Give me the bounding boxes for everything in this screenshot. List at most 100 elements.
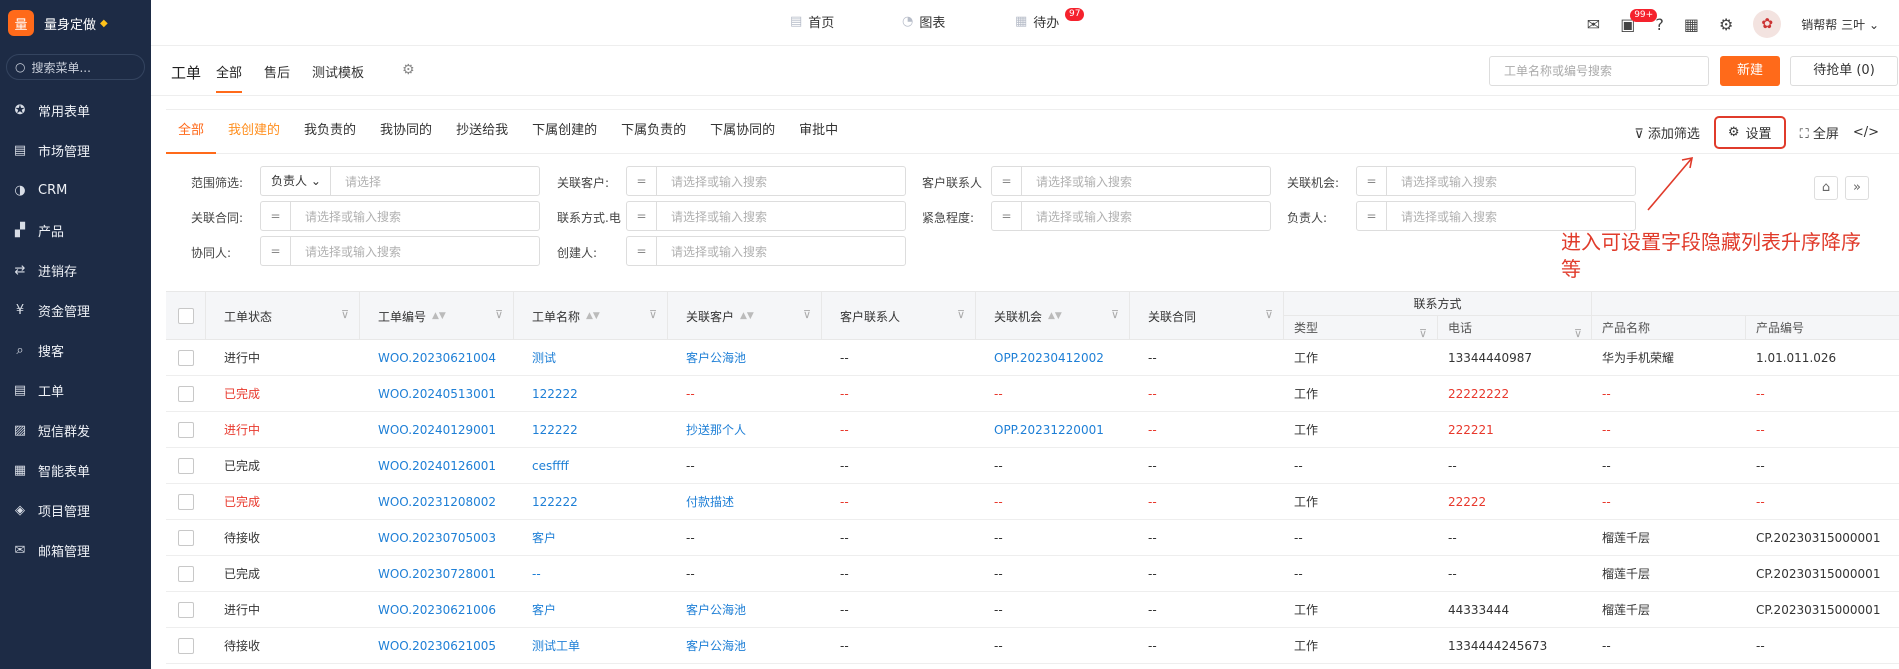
sidebar-item[interactable]: ✪ 常用表单 [0, 90, 151, 130]
mail-icon[interactable]: ✉ [1587, 15, 1600, 34]
row-checkbox[interactable] [178, 421, 194, 438]
cell-name[interactable]: 122222 [514, 484, 668, 520]
filter-field[interactable]: = 请选择或输入搜索 [626, 236, 906, 266]
view-tab[interactable]: 我创建的 [216, 110, 292, 154]
avatar[interactable]: ✿ [1753, 10, 1782, 38]
apps-grid-icon[interactable]: ▦ [1684, 15, 1699, 34]
filter-icon[interactable]: ⊽ [1574, 322, 1582, 346]
nav-charts[interactable]: ◔ 图表 [902, 12, 945, 31]
ticket-search-input[interactable]: 工单名称或编号搜索 [1489, 56, 1709, 86]
row-checkbox[interactable] [178, 349, 194, 366]
cell-name[interactable]: 测试工单 [514, 628, 668, 664]
sort-icon[interactable]: ▲▼ [586, 311, 600, 321]
cell-name[interactable]: 122222 [514, 376, 668, 412]
column-header[interactable]: 关联机会 ▲▼ ⊽ [976, 292, 1130, 340]
equals-operator[interactable]: = [261, 237, 291, 265]
sidebar-item[interactable]: ▞ 产品 [0, 210, 151, 250]
column-header[interactable]: 关联合同 ⊽ [1130, 292, 1284, 340]
cell-customer[interactable]: 客户公海池 [668, 628, 822, 664]
filter-icon[interactable]: ⊽ [1265, 308, 1273, 321]
filter-field[interactable]: = 请选择或输入搜索 [626, 201, 906, 231]
table-row[interactable]: 待接收 WOO.20230705003 客户 -- -- -- -- -- -- 榴莲千层 CP.2… [166, 520, 1899, 556]
nav-home[interactable]: ▤ 首页 [790, 12, 834, 31]
sidebar-item[interactable]: ▦ 智能表单 [0, 450, 151, 490]
cell-name[interactable]: -- [514, 556, 668, 592]
cell-no[interactable]: WOO.20230728001 [360, 556, 514, 592]
column-header[interactable]: 工单编号 ▲▼ ⊽ [360, 292, 514, 340]
cell-name[interactable]: 122222 [514, 412, 668, 448]
filter-field[interactable]: = 请选择或输入搜索 [1356, 201, 1636, 231]
column-header[interactable]: 关联客户 ▲▼ ⊽ [668, 292, 822, 340]
sidebar-item[interactable]: ◈ 项目管理 [0, 490, 151, 530]
sidebar-item[interactable]: ▤ 工单 [0, 370, 151, 410]
cell-customer[interactable]: 抄送那个人 [668, 412, 822, 448]
nav-todo[interactable]: ▦ 待办 97 [1015, 8, 1085, 31]
scope-filter[interactable]: 负责人 ⌄ 请选择 [260, 166, 540, 196]
view-tab[interactable]: 我协同的 [368, 110, 444, 154]
select-all-checkbox[interactable] [178, 308, 194, 324]
sort-icon[interactable]: ▲▼ [1048, 311, 1062, 321]
filter-field[interactable]: = 请选择或输入搜索 [991, 201, 1271, 231]
gear-icon[interactable]: ⚙ [1719, 15, 1733, 34]
cell-customer[interactable]: 客户公海池 [668, 592, 822, 628]
cell-name[interactable]: 客户 [514, 520, 668, 556]
help-icon[interactable]: ? [1655, 15, 1664, 34]
cell-no[interactable]: WOO.20231208002 [360, 484, 514, 520]
column-header[interactable]: 工单名称 ▲▼ ⊽ [514, 292, 668, 340]
sort-icon[interactable]: ▲▼ [740, 311, 754, 321]
view-tab[interactable]: 全部 [166, 110, 217, 154]
filter-field[interactable]: = 请选择或输入搜索 [260, 236, 540, 266]
filter-icon[interactable]: ⊽ [495, 308, 503, 321]
filter-icon[interactable]: ⊽ [341, 308, 349, 321]
cell-name[interactable]: cesffff [514, 448, 668, 484]
row-checkbox[interactable] [178, 601, 194, 618]
lock-icon[interactable]: ⌂ [1814, 176, 1838, 200]
table-row[interactable]: 已完成 WOO.20230728001 -- -- -- -- -- -- -- 榴莲千层 CP.2… [166, 556, 1899, 592]
view-tab[interactable]: 下属创建的 [520, 110, 609, 154]
equals-operator[interactable]: = [627, 202, 657, 230]
cell-name[interactable]: 测试 [514, 340, 668, 376]
filter-field[interactable]: = 请选择或输入搜索 [626, 166, 906, 196]
row-checkbox[interactable] [178, 493, 194, 510]
add-filter-button[interactable]: ⊽ 添加筛选 [1634, 123, 1700, 142]
equals-operator[interactable]: = [261, 202, 291, 230]
view-tab[interactable]: 下属协同的 [698, 110, 787, 154]
cell-no[interactable]: WOO.20240513001 [360, 376, 514, 412]
cell-no[interactable]: WOO.20240126001 [360, 448, 514, 484]
tab-after-sales[interactable]: 售后 [264, 62, 290, 93]
sidebar-item[interactable]: ▤ 市场管理 [0, 130, 151, 170]
column-header[interactable]: 工单状态 ⊽ [206, 292, 360, 340]
filter-icon[interactable]: ⊽ [1111, 308, 1119, 321]
view-tab[interactable]: 审批中 [787, 110, 850, 154]
menu-search-input[interactable]: ○ 搜索菜单... [6, 54, 145, 80]
message-icon[interactable]: ▣ 99+ [1620, 8, 1658, 34]
equals-operator[interactable]: = [1357, 202, 1387, 230]
filter-field[interactable]: = 请选择或输入搜索 [991, 166, 1271, 196]
sidebar-item[interactable]: ✉ 邮箱管理 [0, 530, 151, 570]
user-menu[interactable]: 销帮帮 三叶 ⌄ [1801, 16, 1879, 33]
filter-icon[interactable]: ⊽ [1419, 322, 1427, 346]
row-checkbox[interactable] [178, 565, 194, 582]
row-checkbox[interactable] [178, 457, 194, 474]
equals-operator[interactable]: = [992, 167, 1022, 195]
tab-settings-gear-icon[interactable]: ⚙ [402, 62, 415, 78]
cell-no[interactable]: WOO.20240129001 [360, 412, 514, 448]
column-subheader[interactable]: 产品名称 [1592, 316, 1746, 340]
table-row[interactable]: 已完成 WOO.20240126001 cesffff -- -- -- -- -- -- -- -… [166, 448, 1899, 484]
row-checkbox[interactable] [178, 529, 194, 546]
row-checkbox[interactable] [178, 637, 194, 654]
grab-order-button[interactable]: 待抢单 (0) [1790, 56, 1898, 86]
sidebar-item[interactable]: ▨ 短信群发 [0, 410, 151, 450]
tab-all[interactable]: 全部 [216, 62, 243, 93]
table-row[interactable]: 已完成 WOO.20231208002 122222 付款描述 -- -- -- 工作 2222… [166, 484, 1899, 520]
table-row[interactable]: 进行中 WOO.20230621006 客户 客户公海池 -- -- -- 工作 4433344… [166, 592, 1899, 628]
view-tab[interactable]: 我负责的 [292, 110, 368, 154]
filter-field[interactable]: = 请选择或输入搜索 [1356, 166, 1636, 196]
cell-name[interactable]: 客户 [514, 592, 668, 628]
table-row[interactable]: 进行中 WOO.20240129001 122222 抄送那个人 -- OPP.20231… [166, 412, 1899, 448]
equals-operator[interactable]: = [627, 237, 657, 265]
tab-test-template[interactable]: 测试模板 [312, 62, 364, 93]
new-button[interactable]: 新建 [1720, 56, 1780, 86]
collapse-icon[interactable]: » [1845, 176, 1869, 200]
table-row[interactable]: 进行中 WOO.20230621004 测试 客户公海池 -- OPP.202304120… [166, 340, 1899, 376]
